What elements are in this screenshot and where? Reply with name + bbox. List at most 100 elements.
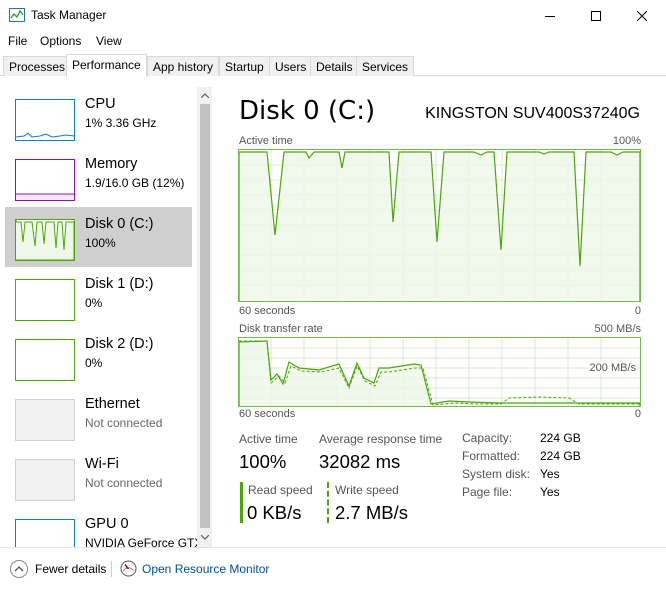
sidebar-item-disk-0[interactable]: Disk 0 (C:) 100% — [5, 207, 192, 267]
sidebar-item-title: Disk 0 (C:) — [85, 216, 154, 232]
disk-0-thumbnail — [15, 219, 75, 261]
transfer-graph-mid: 200 MB/s — [589, 362, 636, 374]
sidebar-item-subtitle: 0% — [85, 356, 103, 370]
close-icon — [637, 10, 647, 21]
active-time-graph-plot — [239, 150, 640, 301]
memory-mini-graph — [16, 193, 74, 200]
active-time-time-right: 0 — [634, 305, 641, 317]
tab-services[interactable]: Services — [356, 56, 415, 76]
open-resource-monitor-link[interactable]: Open Resource Monitor — [142, 562, 269, 576]
fewer-details-toggle[interactable] — [10, 560, 28, 578]
page-file-label: Page file: — [462, 485, 513, 499]
tab-startup[interactable]: Startup — [219, 56, 270, 76]
menu-view[interactable]: View — [96, 34, 122, 48]
active-time-graph-max: 100% — [612, 135, 641, 147]
memory-thumbnail — [15, 159, 75, 201]
scroll-up-arrow[interactable] — [197, 88, 212, 103]
page-file-value: Yes — [540, 485, 560, 499]
scroll-thumb[interactable] — [200, 104, 210, 528]
active-time-label: Active time — [239, 432, 298, 446]
disk-0-mini-graph — [15, 220, 75, 261]
sidebar-item-gpu-0[interactable]: GPU 0 NVIDIA GeForce GTX — [5, 507, 202, 547]
active-time-graph — [238, 149, 641, 302]
transfer-rate-graph: 200 MB/s — [238, 337, 641, 407]
resource-monitor-icon — [120, 560, 137, 577]
sidebar-item-subtitle: 1% 3.36 GHz — [85, 116, 157, 130]
gpu-0-thumbnail — [15, 519, 75, 547]
tab-app-history[interactable]: App history — [147, 56, 220, 76]
sidebar-item-subtitle: 0% — [85, 296, 103, 310]
sidebar-item-title: Disk 2 (D:) — [85, 336, 154, 352]
sidebar-item-title: Wi-Fi — [85, 456, 119, 472]
sidebar-item-disk-1[interactable]: Disk 1 (D:) 0% — [5, 267, 192, 327]
sidebar-item-title: GPU 0 — [85, 516, 129, 532]
sidebar-item-subtitle: 1.9/16.0 GB (12%) — [85, 176, 185, 190]
sidebar-item-subtitle: NVIDIA GeForce GTX — [85, 536, 203, 547]
cpu-thumbnail — [15, 99, 75, 141]
tab-bar: Processes Performance App history Startu… — [0, 54, 666, 77]
capacity-label: Capacity: — [462, 431, 513, 445]
formatted-label: Formatted: — [462, 449, 521, 463]
system-disk-label: System disk: — [462, 467, 531, 481]
sidebar-item-cpu[interactable]: CPU 1% 3.36 GHz — [5, 87, 192, 147]
tab-users[interactable]: Users — [269, 56, 313, 76]
footer: Fewer details Open Resource Monitor — [0, 547, 666, 593]
wifi-thumbnail — [15, 459, 75, 501]
sidebar-item-title: CPU — [85, 96, 116, 112]
read-speed-value: 0 KB/s — [247, 502, 302, 523]
chevron-up-icon — [14, 566, 24, 572]
cpu-mini-graph — [15, 132, 75, 138]
title-bar: Task Manager — [0, 0, 666, 31]
tab-performance[interactable]: Performance — [66, 54, 147, 77]
transfer-time-right: 0 — [634, 408, 641, 420]
ethernet-thumbnail — [15, 399, 75, 441]
disk-2-thumbnail — [15, 339, 75, 381]
menu-bar: File Options View — [0, 31, 666, 51]
system-disk-value: Yes — [540, 467, 560, 481]
active-time-graph-label: Active time — [239, 135, 293, 147]
close-button[interactable] — [619, 0, 665, 31]
transfer-rate-graph-plot — [239, 338, 640, 406]
footer-divider — [111, 561, 112, 577]
disk-1-thumbnail — [15, 279, 75, 321]
write-speed-label: Write speed — [335, 483, 399, 497]
window-title: Task Manager — [31, 8, 107, 22]
sidebar-item-subtitle: Not connected — [85, 416, 163, 430]
fewer-details-link[interactable]: Fewer details — [35, 562, 106, 576]
disk-model: KINGSTON SUV400S37240G — [425, 105, 640, 122]
read-speed-label: Read speed — [248, 483, 313, 497]
menu-options[interactable]: Options — [40, 34, 81, 48]
active-time-value: 100% — [239, 451, 287, 472]
sidebar-item-disk-2[interactable]: Disk 2 (D:) 0% — [5, 327, 192, 387]
tab-processes[interactable]: Processes — [3, 56, 72, 76]
write-speed-value: 2.7 MB/s — [335, 502, 408, 523]
scroll-down-arrow[interactable] — [197, 530, 212, 545]
transfer-graph-label: Disk transfer rate — [239, 323, 323, 335]
response-time-value: 32082 ms — [319, 451, 401, 472]
tab-details[interactable]: Details — [310, 56, 359, 76]
sidebar-item-ethernet[interactable]: Ethernet Not connected — [5, 387, 192, 447]
page-title: Disk 0 (C:) — [239, 96, 376, 126]
maximize-button[interactable] — [573, 0, 619, 31]
active-time-time-left: 60 seconds — [239, 305, 296, 317]
capacity-value: 224 GB — [540, 431, 581, 445]
sidebar-item-title: Memory — [85, 156, 138, 172]
sidebar-item-title: Disk 1 (D:) — [85, 276, 154, 292]
sidebar-item-memory[interactable]: Memory 1.9/16.0 GB (12%) — [5, 147, 192, 207]
performance-sidebar: CPU 1% 3.36 GHz Memory 1.9/16.0 GB (12%)… — [0, 77, 212, 547]
sidebar-item-subtitle: Not connected — [85, 476, 163, 490]
maximize-icon — [591, 10, 601, 21]
chevron-up-icon — [200, 93, 209, 98]
read-speed-indicator — [240, 482, 243, 523]
sidebar-item-wifi[interactable]: Wi-Fi Not connected — [5, 447, 192, 507]
sidebar-item-subtitle: 100% — [85, 236, 116, 250]
minimize-button[interactable] — [527, 0, 573, 31]
minimize-icon — [545, 15, 555, 17]
sidebar-item-title: Ethernet — [85, 396, 140, 412]
chevron-down-icon — [200, 535, 209, 540]
write-speed-indicator — [327, 482, 329, 523]
menu-file[interactable]: File — [8, 34, 27, 48]
formatted-value: 224 GB — [540, 449, 581, 463]
transfer-graph-max: 500 MB/s — [594, 323, 641, 335]
transfer-time-left: 60 seconds — [239, 408, 296, 420]
